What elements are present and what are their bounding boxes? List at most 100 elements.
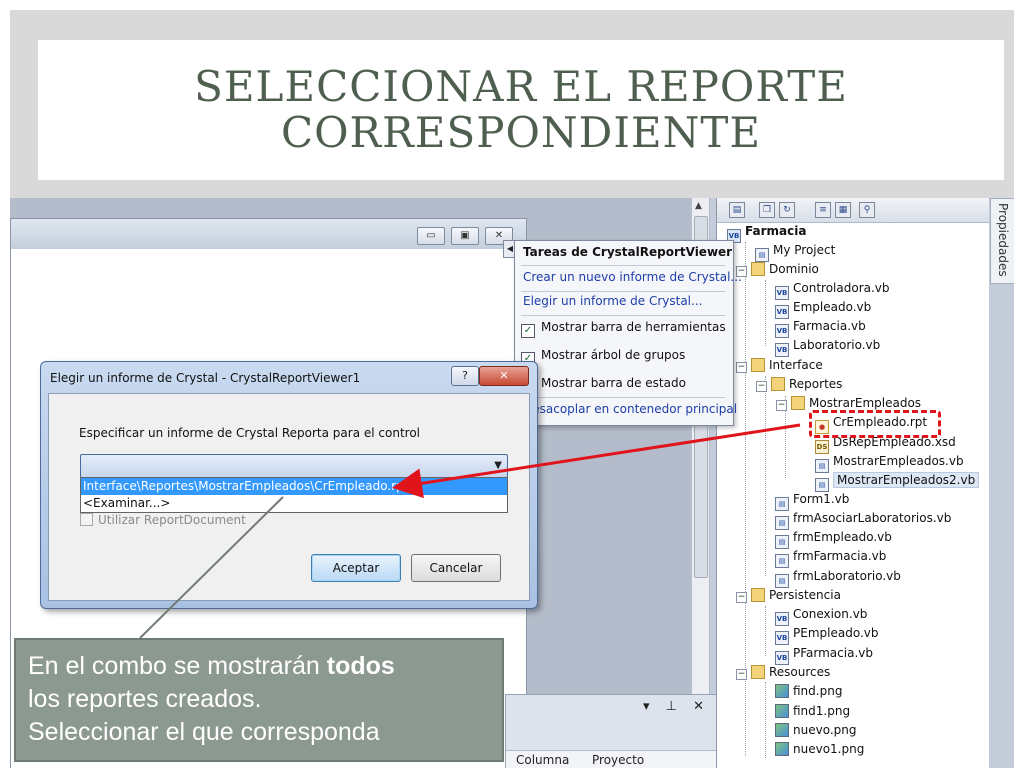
tree-item-empleado[interactable]: VB Empleado.vb <box>775 298 871 319</box>
checkbox-checked-icon[interactable]: ✓ <box>521 324 535 338</box>
folder-icon <box>771 377 785 391</box>
report-dropdown-list: Interface\Reportes\MostrarEmpleados\CrEm… <box>80 477 508 513</box>
report-label: Especificar un informe de Crystal Report… <box>79 426 420 440</box>
crempleado-highlight <box>809 410 941 438</box>
slide-title-line2: CORRESPONDIENTE <box>280 108 762 157</box>
tree-item-frmfarmacia[interactable]: ▤ frmFarmacia.vb <box>775 547 886 568</box>
image-icon <box>775 704 789 718</box>
image-icon <box>775 684 789 698</box>
slide-title: SELECCIONAR EL REPORTE CORRESPONDIENTE <box>194 64 848 156</box>
vb-file-icon: VB <box>775 343 789 357</box>
tree-item-resources[interactable]: − Resources <box>736 663 830 682</box>
folder-icon <box>751 665 765 679</box>
tree-item-persistencia[interactable]: − Persistencia <box>736 586 841 605</box>
divider <box>521 291 725 292</box>
cancel-button[interactable]: Cancelar <box>411 554 501 582</box>
maximize-button[interactable]: ▣ <box>451 227 479 245</box>
tree-item-frmlaboratorio[interactable]: ▤ frmLaboratorio.vb <box>775 567 901 588</box>
divider <box>521 265 725 266</box>
image-icon <box>775 742 789 756</box>
tree-item-farmacia-vb[interactable]: VB Farmacia.vb <box>775 317 866 338</box>
tree-item-conexion[interactable]: VB Conexion.vb <box>775 605 867 626</box>
dialog-body: Especificar un informe de Crystal Report… <box>48 393 530 601</box>
slide-title-box: SELECCIONAR EL REPORTE CORRESPONDIENTE <box>38 40 1004 180</box>
output-panel: ▾ ⊥ ✕ Columna Proyecto <box>505 694 717 768</box>
callout-text: En el combo se mostrarán todos los report… <box>28 652 395 746</box>
tree-item-nuevo-png[interactable]: nuevo.png <box>775 721 856 740</box>
use-report-document-checkbox[interactable]: Utilizar ReportDocument <box>80 513 246 527</box>
explanation-callout: En el combo se mostrarán todos los report… <box>14 638 504 762</box>
undock-link[interactable]: Desacoplar en contenedor principal <box>523 402 737 416</box>
create-report-link[interactable]: Crear un nuevo informe de Crystal... <box>523 270 742 284</box>
tree-item-interface[interactable]: − Interface <box>736 356 823 375</box>
tree-line <box>765 682 766 758</box>
collapse-icon[interactable]: − <box>756 381 767 392</box>
tree-item-frmasociarlaboratorios[interactable]: ▤ frmAsociarLaboratorios.vb <box>775 509 951 530</box>
folder-icon <box>751 262 765 276</box>
chevron-down-icon[interactable]: ▼ <box>494 460 502 471</box>
collapse-icon[interactable]: − <box>736 362 747 373</box>
solution-explorer-toolbar: ▤ ❐ ↻ ≡ ▦ ⚲ <box>717 198 989 223</box>
properties-side-tab[interactable]: Propiedades <box>990 198 1014 284</box>
tree-item-laboratorio[interactable]: VB Laboratorio.vb <box>775 336 880 357</box>
image-icon <box>775 723 789 737</box>
report-combo[interactable]: ▼ <box>80 454 508 478</box>
tree-item-mostrarempleados2-vb[interactable]: ▤ MostrarEmpleados2.vb <box>815 471 980 492</box>
tree-item-reportes[interactable]: − Reportes <box>756 375 842 394</box>
dialog-close-button[interactable]: ✕ <box>479 366 529 386</box>
collapse-icon[interactable]: − <box>736 592 747 603</box>
divider <box>521 315 725 316</box>
tree-line <box>765 606 766 656</box>
tree-item-dominio[interactable]: − Dominio <box>736 260 819 279</box>
form-icon: ▤ <box>775 554 789 568</box>
tree-item-pfarmacia[interactable]: VB PFarmacia.vb <box>775 644 873 665</box>
tree-line <box>765 280 766 346</box>
minimize-button[interactable]: ▭ <box>417 227 445 245</box>
vb-file-icon: VB <box>775 631 789 645</box>
properties-icon[interactable]: ▤ <box>729 202 745 218</box>
class-diagram-icon[interactable]: ⚲ <box>859 202 875 218</box>
tree-item-controladora[interactable]: VB Controladora.vb <box>775 279 890 300</box>
designer-titlebar: ▭ ▣ ✕ <box>11 219 526 249</box>
solution-explorer: ▤ ❐ ↻ ≡ ▦ ⚲ VB Farmacia ▤ My Project − Domi… <box>716 198 989 768</box>
properties-tab-label: Propiedades <box>996 203 1010 277</box>
slide-title-frame: SELECCIONAR EL REPORTE CORRESPONDIENTE <box>10 10 1014 200</box>
tree-item-frmempleado[interactable]: ▤ frmEmpleado.vb <box>775 528 892 549</box>
scroll-up-icon[interactable]: ▲ <box>695 201 702 211</box>
tree-line <box>765 376 766 576</box>
view-code-icon[interactable]: ≡ <box>815 202 831 218</box>
folder-icon <box>751 358 765 372</box>
choose-report-dialog: Elegir un informe de Crystal - CrystalRe… <box>40 361 538 609</box>
tree-item-pempleado[interactable]: VB PEmpleado.vb <box>775 624 878 645</box>
divider <box>521 397 725 398</box>
show-all-files-icon[interactable]: ❐ <box>759 202 775 218</box>
tree-item-find1-png[interactable]: find1.png <box>775 702 850 721</box>
dialog-title: Elegir un informe de Crystal - CrystalRe… <box>50 371 361 385</box>
folder-icon <box>791 396 805 410</box>
toolbar-checkbox[interactable]: ✓ Mostrar barra de herramientas <box>521 320 726 338</box>
tree-item-nuevo1-png[interactable]: nuevo1.png <box>775 740 864 759</box>
collapse-icon[interactable]: − <box>736 669 747 680</box>
help-button[interactable]: ? <box>451 366 479 386</box>
collapse-icon[interactable]: − <box>776 400 787 411</box>
tree-item-form1[interactable]: ▤ Form1.vb <box>775 490 849 511</box>
accept-button[interactable]: Aceptar <box>311 554 401 582</box>
column-header-columna[interactable]: Columna <box>516 753 569 767</box>
tree-item-my-project[interactable]: ▤ My Project <box>755 241 835 262</box>
refresh-icon[interactable]: ↻ <box>779 202 795 218</box>
crystal-tasks-panel: Tareas de CrystalReportViewer Crear un n… <box>514 240 742 426</box>
tree-item-farmacia[interactable]: VB Farmacia <box>727 222 806 243</box>
column-header-proyecto[interactable]: Proyecto <box>592 753 644 767</box>
dropdown-option-browse[interactable]: <Examinar...> <box>81 495 507 512</box>
panel-tools[interactable]: ▾ ⊥ ✕ <box>643 699 710 714</box>
panel-columns: Columna Proyecto <box>506 750 716 768</box>
tasks-panel-title: Tareas de CrystalReportViewer <box>523 245 733 259</box>
checkbox-unchecked-icon[interactable] <box>80 513 93 526</box>
choose-report-link[interactable]: Elegir un informe de Crystal... <box>523 294 702 308</box>
tree-item-find-png[interactable]: find.png <box>775 682 842 701</box>
tree-item-mostrarempleados-vb[interactable]: ▤ MostrarEmpleados.vb <box>815 452 964 473</box>
dropdown-option-crempleado[interactable]: Interface\Reportes\MostrarEmpleados\CrEm… <box>81 478 507 495</box>
view-designer-icon[interactable]: ▦ <box>835 202 851 218</box>
status-bar-checkbox[interactable]: ✓Mostrar barra de estado <box>521 376 686 394</box>
group-tree-checkbox[interactable]: ✓ Mostrar árbol de grupos <box>521 348 685 366</box>
